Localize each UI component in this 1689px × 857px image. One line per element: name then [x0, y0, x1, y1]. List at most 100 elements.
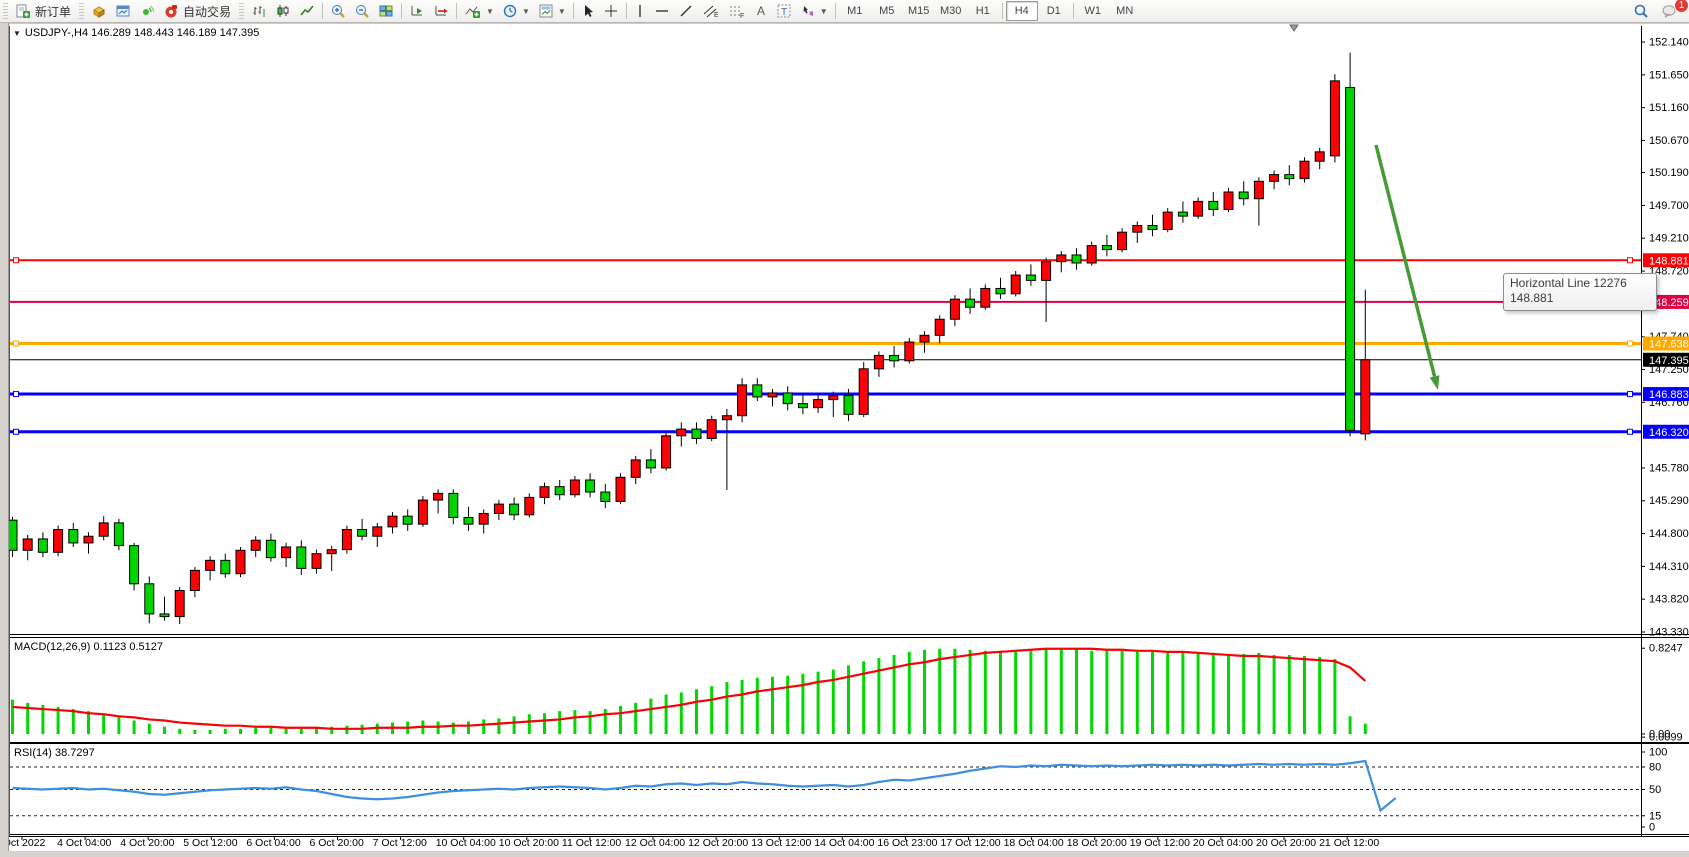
candle-body: [8, 520, 17, 550]
candle-body: [434, 493, 443, 500]
window-left-edge: [0, 22, 9, 857]
time-tick-label: 21 Oct 12:00: [1319, 837, 1379, 849]
toolbar-grip: [3, 3, 8, 19]
bar-chart-type-button[interactable]: [247, 0, 271, 22]
candle-body: [23, 539, 32, 550]
candle-body: [160, 614, 169, 617]
tile-windows-button[interactable]: [374, 0, 398, 22]
price-tick-label: 151.650: [1649, 69, 1689, 81]
line-chart-icon: [299, 3, 315, 19]
price-tick-label: 144.310: [1649, 561, 1689, 573]
candle-body: [1011, 275, 1020, 294]
cursor-tool-button[interactable]: [577, 0, 599, 22]
crosshair-tool-button[interactable]: [599, 0, 623, 22]
candle-body: [38, 539, 47, 552]
svg-text:E: E: [714, 12, 719, 19]
time-tick-label: 6 Oct 20:00: [310, 837, 364, 849]
candle-body: [54, 530, 63, 553]
time-tick-label: 4 Oct 20:00: [120, 837, 174, 849]
price-tick-label: 149.210: [1649, 233, 1689, 245]
macd-indicator-label: MACD(12,26,9) 0.1123 0.5127: [14, 641, 163, 653]
charts-style-button[interactable]: [87, 0, 111, 22]
fibonacci-tool-button[interactable]: F: [724, 0, 750, 22]
candle-body: [1118, 232, 1127, 249]
hline-handle[interactable]: [14, 392, 19, 397]
timeframe-button-h1[interactable]: H1: [967, 1, 999, 21]
profile-window-button[interactable]: [111, 0, 135, 22]
notification-badge: 1: [1674, 0, 1689, 13]
indicators-button[interactable]: ▼: [460, 0, 498, 22]
timeframe-button-m30[interactable]: M30: [935, 1, 967, 21]
candle-body: [190, 570, 199, 590]
fibonacci-icon: F: [728, 3, 746, 19]
vertical-line-tool-button[interactable]: [630, 0, 650, 22]
timeframe-button-w1[interactable]: W1: [1077, 1, 1109, 21]
candle-body: [510, 504, 519, 515]
hline-price-label: 147.395: [1649, 355, 1689, 367]
hline-handle[interactable]: [14, 429, 19, 434]
trendline-tool-button[interactable]: [674, 0, 698, 22]
time-tick-label: 12 Oct 04:00: [625, 837, 685, 849]
hline-handle[interactable]: [1628, 258, 1633, 263]
style-cube-icon: [91, 3, 107, 19]
hline-handle[interactable]: [1628, 392, 1633, 397]
candle-body: [418, 500, 427, 524]
candle-body: [1133, 225, 1142, 232]
zoom-in-button[interactable]: [326, 0, 350, 22]
candle-body: [738, 385, 747, 416]
time-tick-label: 10 Oct 04:00: [436, 837, 496, 849]
new-order-button[interactable]: 新订单: [11, 0, 76, 22]
hline-handle[interactable]: [1628, 429, 1633, 434]
svg-text:T: T: [781, 7, 787, 18]
notifications-button[interactable]: 1: [1657, 0, 1683, 22]
timeframe-button-m1[interactable]: M1: [839, 1, 871, 21]
candle-body: [616, 477, 625, 501]
text-tool-button[interactable]: A: [750, 0, 772, 22]
timeframe-button-d1[interactable]: D1: [1038, 1, 1070, 21]
macd-tick-label: 0.8247: [1649, 643, 1683, 655]
hline-handle[interactable]: [1628, 341, 1633, 346]
candle-body: [251, 540, 260, 550]
candle-body: [996, 288, 1005, 293]
price-tick-label: 149.700: [1649, 200, 1689, 212]
timeframe-button-mn[interactable]: MN: [1109, 1, 1141, 21]
candle-body: [1072, 255, 1081, 263]
hline-handle[interactable]: [14, 341, 19, 346]
arrows-tool-button[interactable]: ▼: [796, 0, 832, 22]
candle-body: [1209, 201, 1218, 209]
auto-trading-button[interactable]: 自动交易: [159, 0, 236, 22]
chart-title-bar: ▼USDJPY-,H4 146.289 148.443 146.189 147.…: [13, 27, 259, 39]
text-label-tool-button[interactable]: T: [772, 0, 796, 22]
candle-chart-type-button[interactable]: [271, 0, 295, 22]
hline-tooltip: Horizontal Line 12276 148.881: [1503, 273, 1657, 311]
dropdown-arrow-icon: ▼: [820, 7, 828, 16]
horizontal-line-tool-button[interactable]: [650, 0, 674, 22]
time-tick-label: 20 Oct 20:00: [1256, 837, 1316, 849]
price-tick-label: 143.330: [1649, 627, 1689, 639]
timeframe-button-h4[interactable]: H4: [1006, 1, 1038, 21]
candle-body: [601, 492, 610, 501]
candle-body: [783, 393, 792, 404]
chart-canvas[interactable]: 152.140151.650151.160150.670150.190149.7…: [0, 0, 1689, 857]
candle-body: [1315, 152, 1324, 161]
time-tick-label: 14 Oct 04:00: [814, 837, 874, 849]
data-signal-button[interactable]: [135, 0, 159, 22]
candle-body: [646, 460, 655, 468]
clock-icon: [502, 3, 518, 19]
auto-trading-icon: [163, 3, 179, 19]
auto-scroll-button[interactable]: [405, 0, 429, 22]
zoom-out-button[interactable]: [350, 0, 374, 22]
timeframe-button-m5[interactable]: M5: [871, 1, 903, 21]
chart-shift-button[interactable]: [429, 0, 453, 22]
periods-button[interactable]: ▼: [498, 0, 534, 22]
search-button[interactable]: [1629, 0, 1653, 22]
line-chart-type-button[interactable]: [295, 0, 319, 22]
channel-tool-button[interactable]: E: [698, 0, 724, 22]
hline-handle[interactable]: [14, 258, 19, 263]
chart-collapse-icon[interactable]: ▼: [13, 29, 21, 38]
candle-body: [1057, 255, 1066, 262]
templates-button[interactable]: ▼: [534, 0, 570, 22]
vertical-line-icon: [634, 3, 646, 19]
equidistant-channel-icon: E: [702, 3, 720, 19]
timeframe-button-m15[interactable]: M15: [903, 1, 935, 21]
